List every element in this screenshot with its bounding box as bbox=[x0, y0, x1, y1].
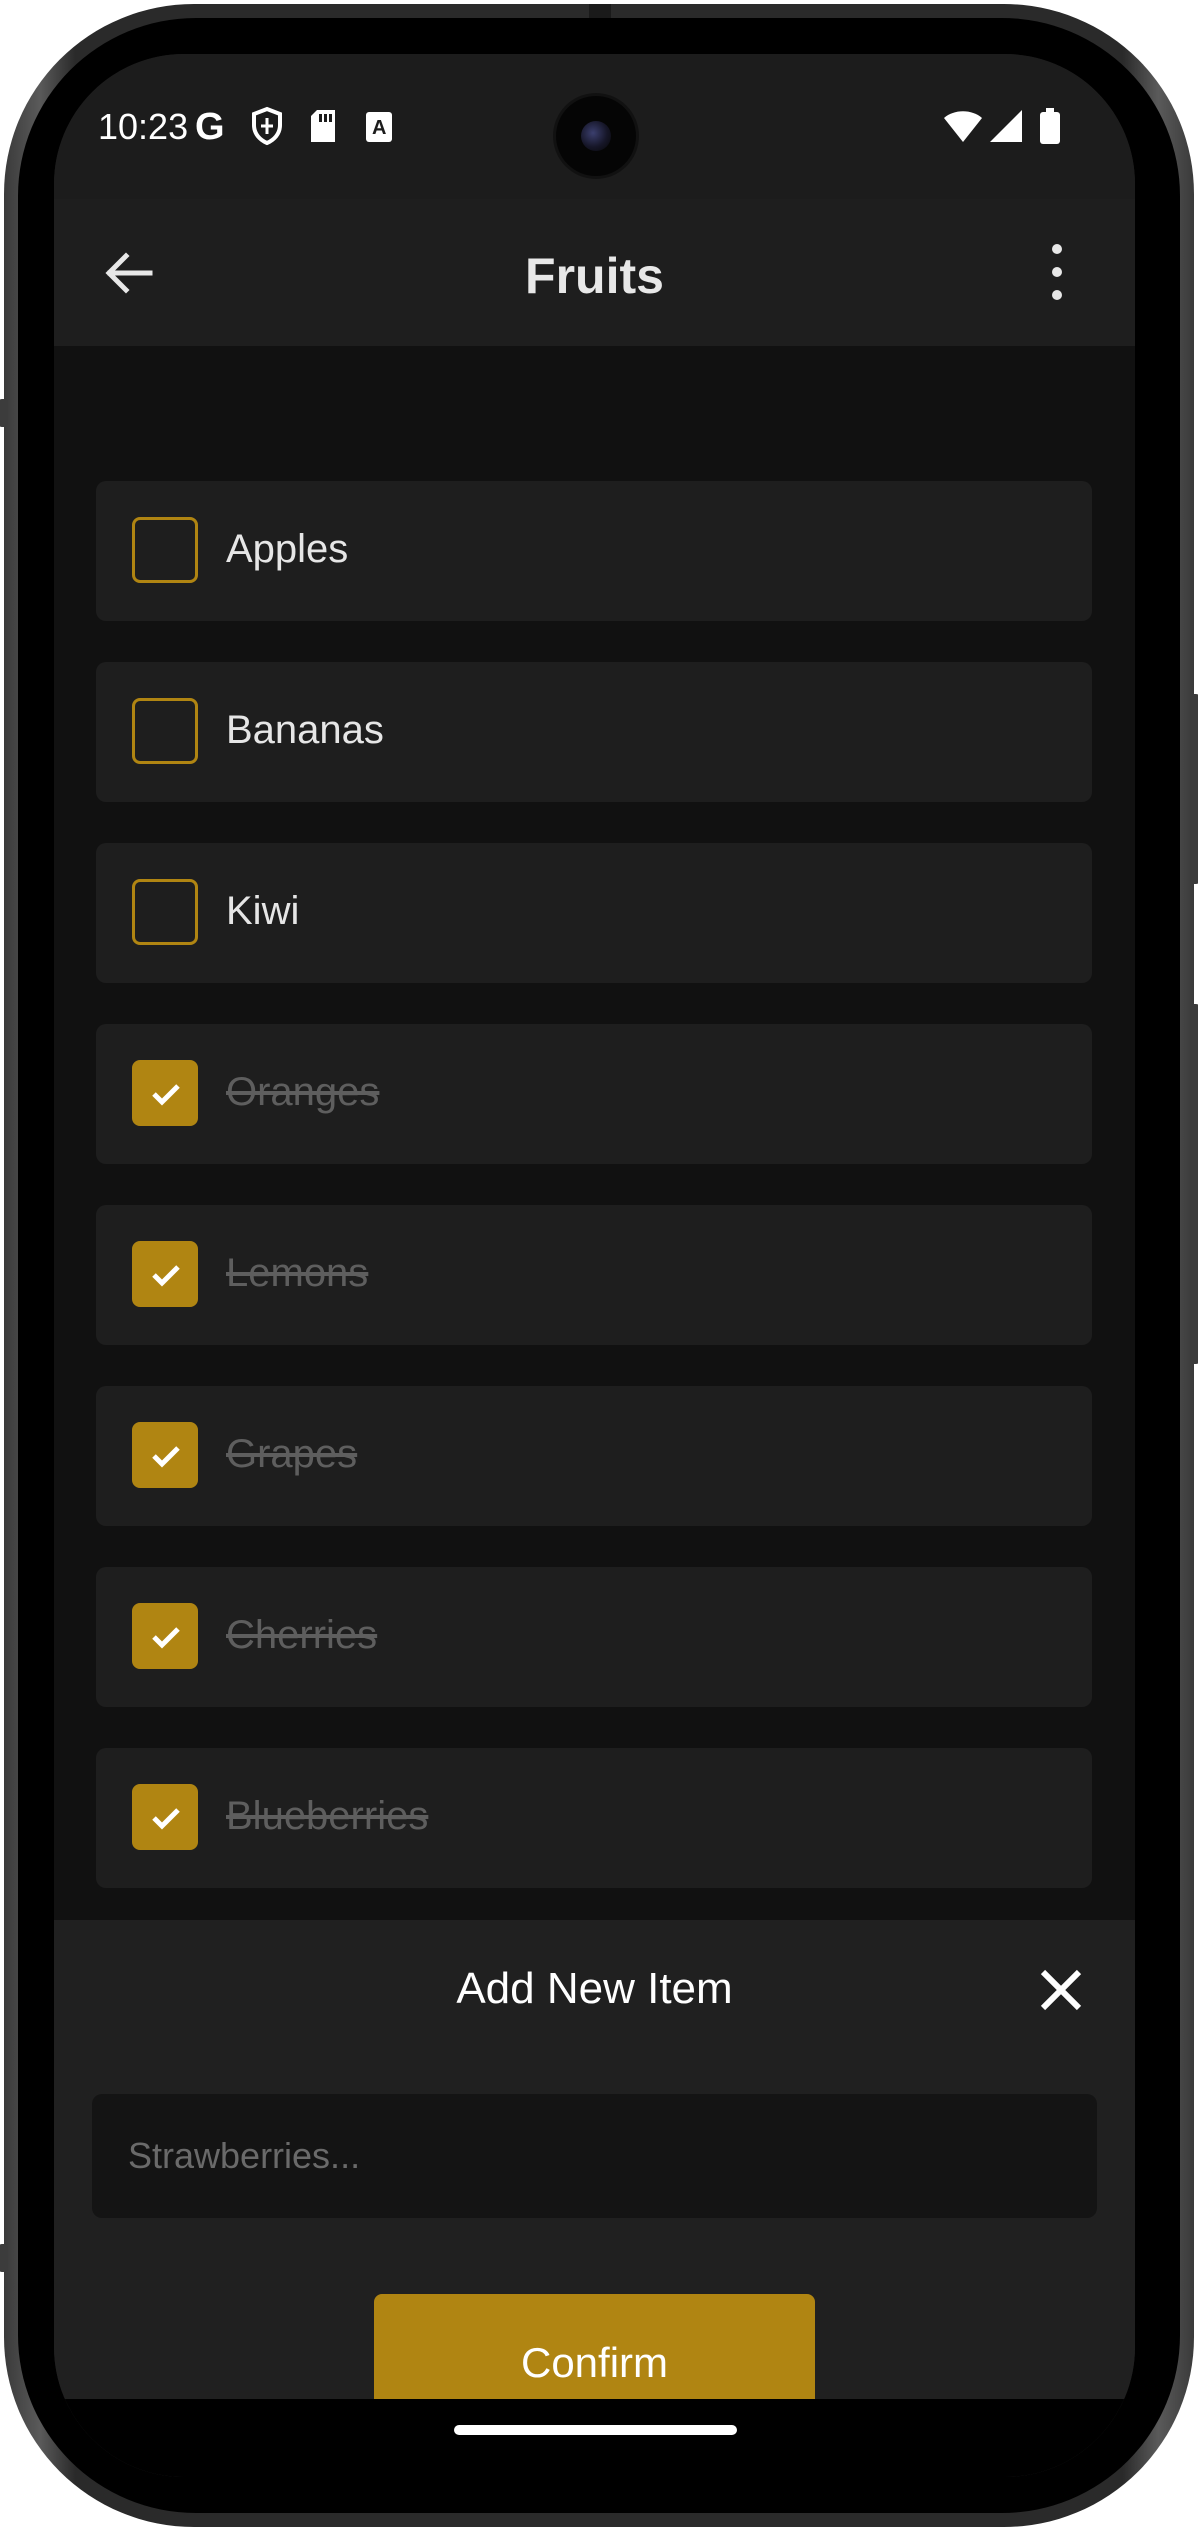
close-button[interactable] bbox=[1031, 1960, 1091, 2020]
google-icon: G bbox=[194, 106, 232, 148]
navigation-bar bbox=[54, 2399, 1135, 2477]
wifi-icon bbox=[942, 106, 984, 146]
svg-text:G: G bbox=[195, 106, 225, 146]
power-button bbox=[1190, 694, 1198, 884]
home-indicator[interactable] bbox=[454, 2425, 737, 2435]
item-label: Cherries bbox=[226, 1613, 378, 1657]
list-item[interactable]: Grapes bbox=[96, 1386, 1092, 1526]
shield-icon bbox=[250, 106, 284, 146]
item-label: Grapes bbox=[226, 1432, 358, 1476]
sd-card-icon bbox=[308, 106, 338, 146]
signal-icon bbox=[988, 106, 1024, 146]
item-label: Apples bbox=[226, 527, 349, 571]
list-item[interactable]: Bananas bbox=[96, 662, 1092, 802]
check-icon bbox=[152, 1084, 180, 1106]
frame-band-left-top bbox=[0, 399, 8, 427]
front-camera bbox=[556, 96, 636, 176]
battery-icon bbox=[1038, 106, 1062, 146]
item-label: Lemons bbox=[226, 1251, 369, 1295]
item-checkbox[interactable] bbox=[132, 517, 198, 583]
status-bar: 10:23 G A bbox=[54, 54, 1135, 199]
item-checkbox[interactable] bbox=[132, 1060, 198, 1126]
overflow-menu-button[interactable] bbox=[1037, 239, 1077, 305]
list-item[interactable]: Blueberries bbox=[96, 1748, 1092, 1888]
text-a-icon: A bbox=[364, 106, 394, 146]
add-item-sheet: Add New Item Confirm bbox=[54, 1920, 1135, 2477]
screen: 10:23 G A Fruits Apples Bananas Kiwi Ora… bbox=[54, 54, 1135, 2477]
check-icon bbox=[152, 1808, 180, 1830]
list-item[interactable]: Cherries bbox=[96, 1567, 1092, 1707]
status-time: 10:23 bbox=[98, 106, 189, 147]
item-checkbox[interactable] bbox=[132, 698, 198, 764]
app-bar: Fruits bbox=[54, 199, 1135, 346]
item-checkbox[interactable] bbox=[132, 1784, 198, 1850]
page-title: Fruits bbox=[525, 248, 664, 304]
new-item-input[interactable] bbox=[92, 2094, 1097, 2218]
item-checkbox[interactable] bbox=[132, 879, 198, 945]
item-list: Apples Bananas Kiwi Oranges Lemons Grape… bbox=[54, 346, 1135, 1920]
list-item[interactable]: Apples bbox=[96, 481, 1092, 621]
item-label: Oranges bbox=[226, 1070, 380, 1114]
more-vert-icon bbox=[1052, 244, 1062, 300]
item-label: Bananas bbox=[226, 708, 384, 752]
close-icon bbox=[1040, 1969, 1082, 2011]
svg-text:A: A bbox=[372, 117, 386, 139]
check-icon bbox=[152, 1627, 180, 1649]
frame-band-left-bottom bbox=[0, 2244, 8, 2272]
item-checkbox[interactable] bbox=[132, 1603, 198, 1669]
list-item[interactable]: Oranges bbox=[96, 1024, 1092, 1164]
item-checkbox[interactable] bbox=[132, 1241, 198, 1307]
item-label: Blueberries bbox=[226, 1794, 429, 1838]
item-checkbox[interactable] bbox=[132, 1422, 198, 1488]
check-icon bbox=[152, 1446, 180, 1468]
frame-antenna-band bbox=[589, 4, 611, 18]
sheet-title: Add New Item bbox=[456, 1964, 733, 2013]
volume-button bbox=[1190, 1004, 1198, 1364]
list-item[interactable]: Kiwi bbox=[96, 843, 1092, 983]
list-item[interactable]: Lemons bbox=[96, 1205, 1092, 1345]
item-label: Kiwi bbox=[226, 889, 300, 933]
check-icon bbox=[152, 1265, 180, 1287]
